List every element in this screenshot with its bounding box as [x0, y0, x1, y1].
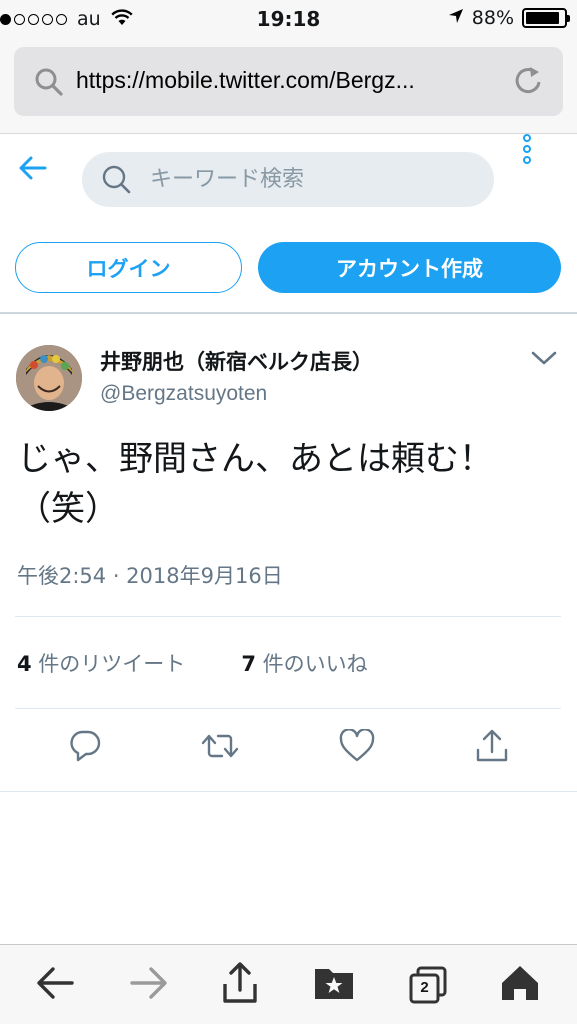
share-icon [474, 728, 510, 768]
login-button[interactable]: ログイン [15, 242, 242, 293]
search-input[interactable] [150, 152, 480, 207]
like-button[interactable] [337, 728, 377, 768]
search-icon [34, 67, 64, 101]
retweet-count: 4 [17, 652, 32, 676]
tweet-timestamp[interactable]: 午後2:54 · 2018年9月16日 [17, 560, 283, 590]
like-count: 7 [241, 652, 256, 676]
browser-address-area: https://mobile.twitter.com/Bergz... [0, 38, 577, 134]
browser-back-button[interactable] [33, 963, 77, 1007]
retweet-icon [200, 729, 240, 767]
bookmark-folder-icon [313, 965, 355, 1005]
back-arrow-icon[interactable] [17, 152, 49, 188]
like-stat[interactable]: 7 件のいいね [241, 648, 367, 678]
tweet-text: じゃ、野間さん、あとは頼む！ （笑） [17, 434, 557, 534]
reload-icon[interactable] [513, 64, 545, 102]
search-box[interactable] [82, 152, 494, 207]
heart-icon [339, 728, 375, 767]
reply-icon [67, 728, 103, 768]
avatar[interactable] [16, 345, 82, 411]
location-arrow-icon [448, 7, 464, 29]
user-handle[interactable]: @Bergzatsuyoten [100, 382, 267, 406]
tabs-icon: 2 [408, 966, 448, 1004]
browser-forward-button[interactable] [127, 963, 171, 1007]
home-icon [500, 964, 540, 1006]
signup-button[interactable]: アカウント作成 [258, 242, 561, 293]
share-icon [220, 962, 260, 1008]
bookmarks-button[interactable] [312, 963, 356, 1007]
tabs-button[interactable]: 2 [406, 963, 450, 1007]
arrow-left-icon [35, 965, 75, 1005]
divider [15, 708, 561, 709]
status-bar: au 19:18 88% [0, 0, 577, 38]
battery-icon [522, 8, 570, 28]
divider [15, 616, 561, 617]
header-divider [0, 312, 577, 314]
battery-percent: 88% [471, 7, 514, 29]
retweet-label: 件のリツイート [31, 652, 186, 676]
divider [0, 791, 577, 792]
arrow-right-icon [129, 965, 169, 1005]
retweet-stat[interactable]: 4 件のリツイート [17, 648, 185, 678]
url-text[interactable]: https://mobile.twitter.com/Bergz... [76, 67, 496, 94]
tweet-stats: 4 件のリツイート 7 件のいいね [17, 648, 368, 678]
tab-count: 2 [420, 979, 429, 996]
browser-share-button[interactable] [218, 962, 262, 1008]
browser-toolbar: 2 [0, 944, 577, 1024]
search-icon [102, 165, 132, 199]
chevron-down-icon[interactable] [531, 350, 557, 370]
home-button[interactable] [498, 963, 542, 1007]
tweet-text-line: じゃ、野間さん、あとは頼む！ [17, 439, 493, 479]
retweet-button[interactable] [200, 728, 240, 768]
tweet-text-line: （笑） [17, 489, 119, 529]
display-name[interactable]: 井野朋也（新宿ベルク店長） [100, 346, 373, 376]
address-bar[interactable]: https://mobile.twitter.com/Bergz... [14, 47, 563, 116]
more-options-icon[interactable] [519, 134, 535, 170]
share-button[interactable] [472, 728, 512, 768]
status-right: 88% [448, 7, 570, 29]
like-label: 件のいいね [255, 652, 368, 676]
reply-button[interactable] [65, 728, 105, 768]
